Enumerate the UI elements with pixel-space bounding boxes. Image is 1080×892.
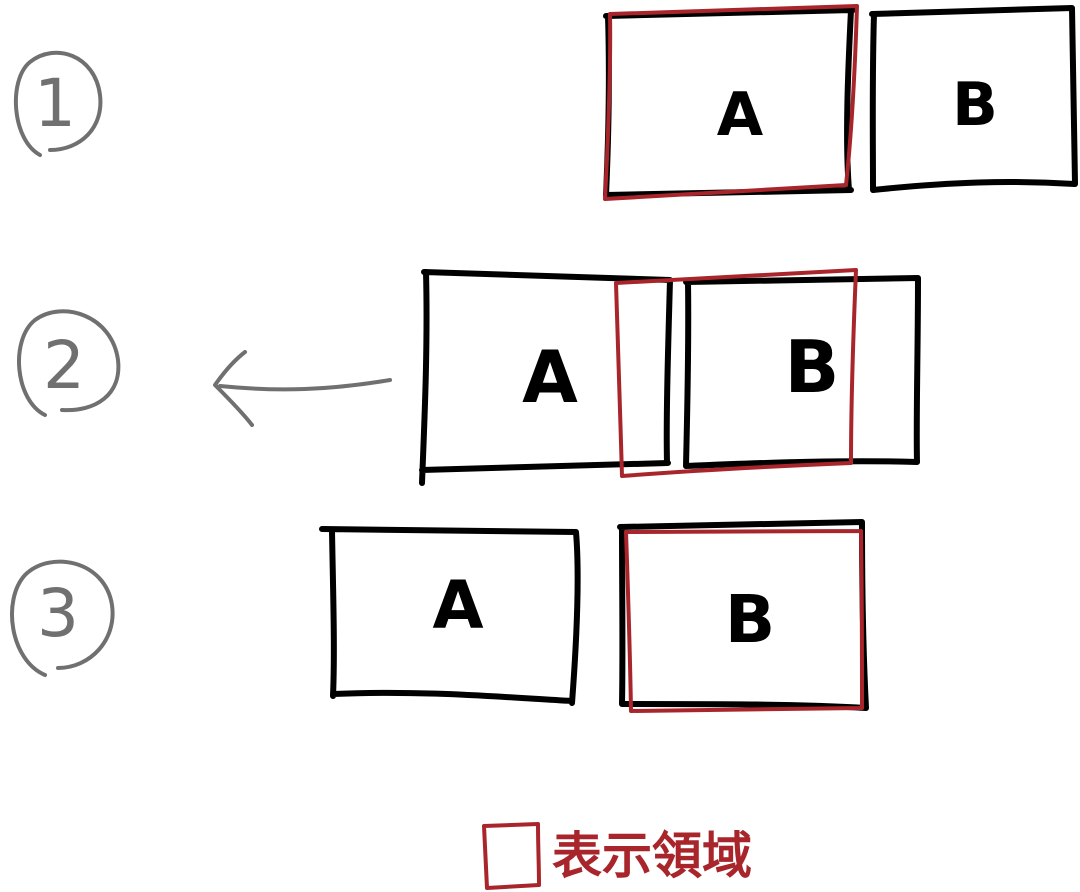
step-2: 2 A B [17, 268, 921, 486]
step-3-box-a-label: A [432, 567, 483, 644]
step-1-box-a: A [603, 7, 856, 198]
step-1-box-b: B [869, 5, 1078, 193]
legend-label: 表示領域 [552, 827, 752, 885]
legend: 表示領域 [482, 822, 752, 890]
step-3: 3 A B [10, 519, 869, 713]
step-3-box-b-label: B [725, 581, 775, 658]
legend-viewport-swatch [482, 822, 541, 890]
step-3-number: 3 [37, 575, 79, 652]
step-1-box-b-label: B [952, 70, 998, 140]
step-2-marker: 2 [17, 309, 121, 417]
step-2-box-a: A [419, 269, 673, 486]
step-1: 1 A B [13, 4, 1078, 201]
step-1-marker: 1 [13, 50, 103, 157]
scroll-direction-arrow [213, 350, 392, 427]
step-3-box-b: B [617, 519, 869, 711]
step-3-marker: 3 [10, 559, 115, 677]
step-1-box-a-label: A [717, 80, 764, 150]
step-2-box-a-label: A [522, 335, 578, 419]
step-1-number: 1 [34, 65, 76, 142]
diagram-canvas: 1 A B 2 A B 3 A B 表示領域 [10, 4, 1078, 890]
step-2-number: 2 [43, 327, 85, 404]
step-2-box-b-label: B [785, 325, 840, 409]
step-2-box-b: B [683, 275, 921, 469]
step-3-box-a: A [319, 526, 581, 706]
